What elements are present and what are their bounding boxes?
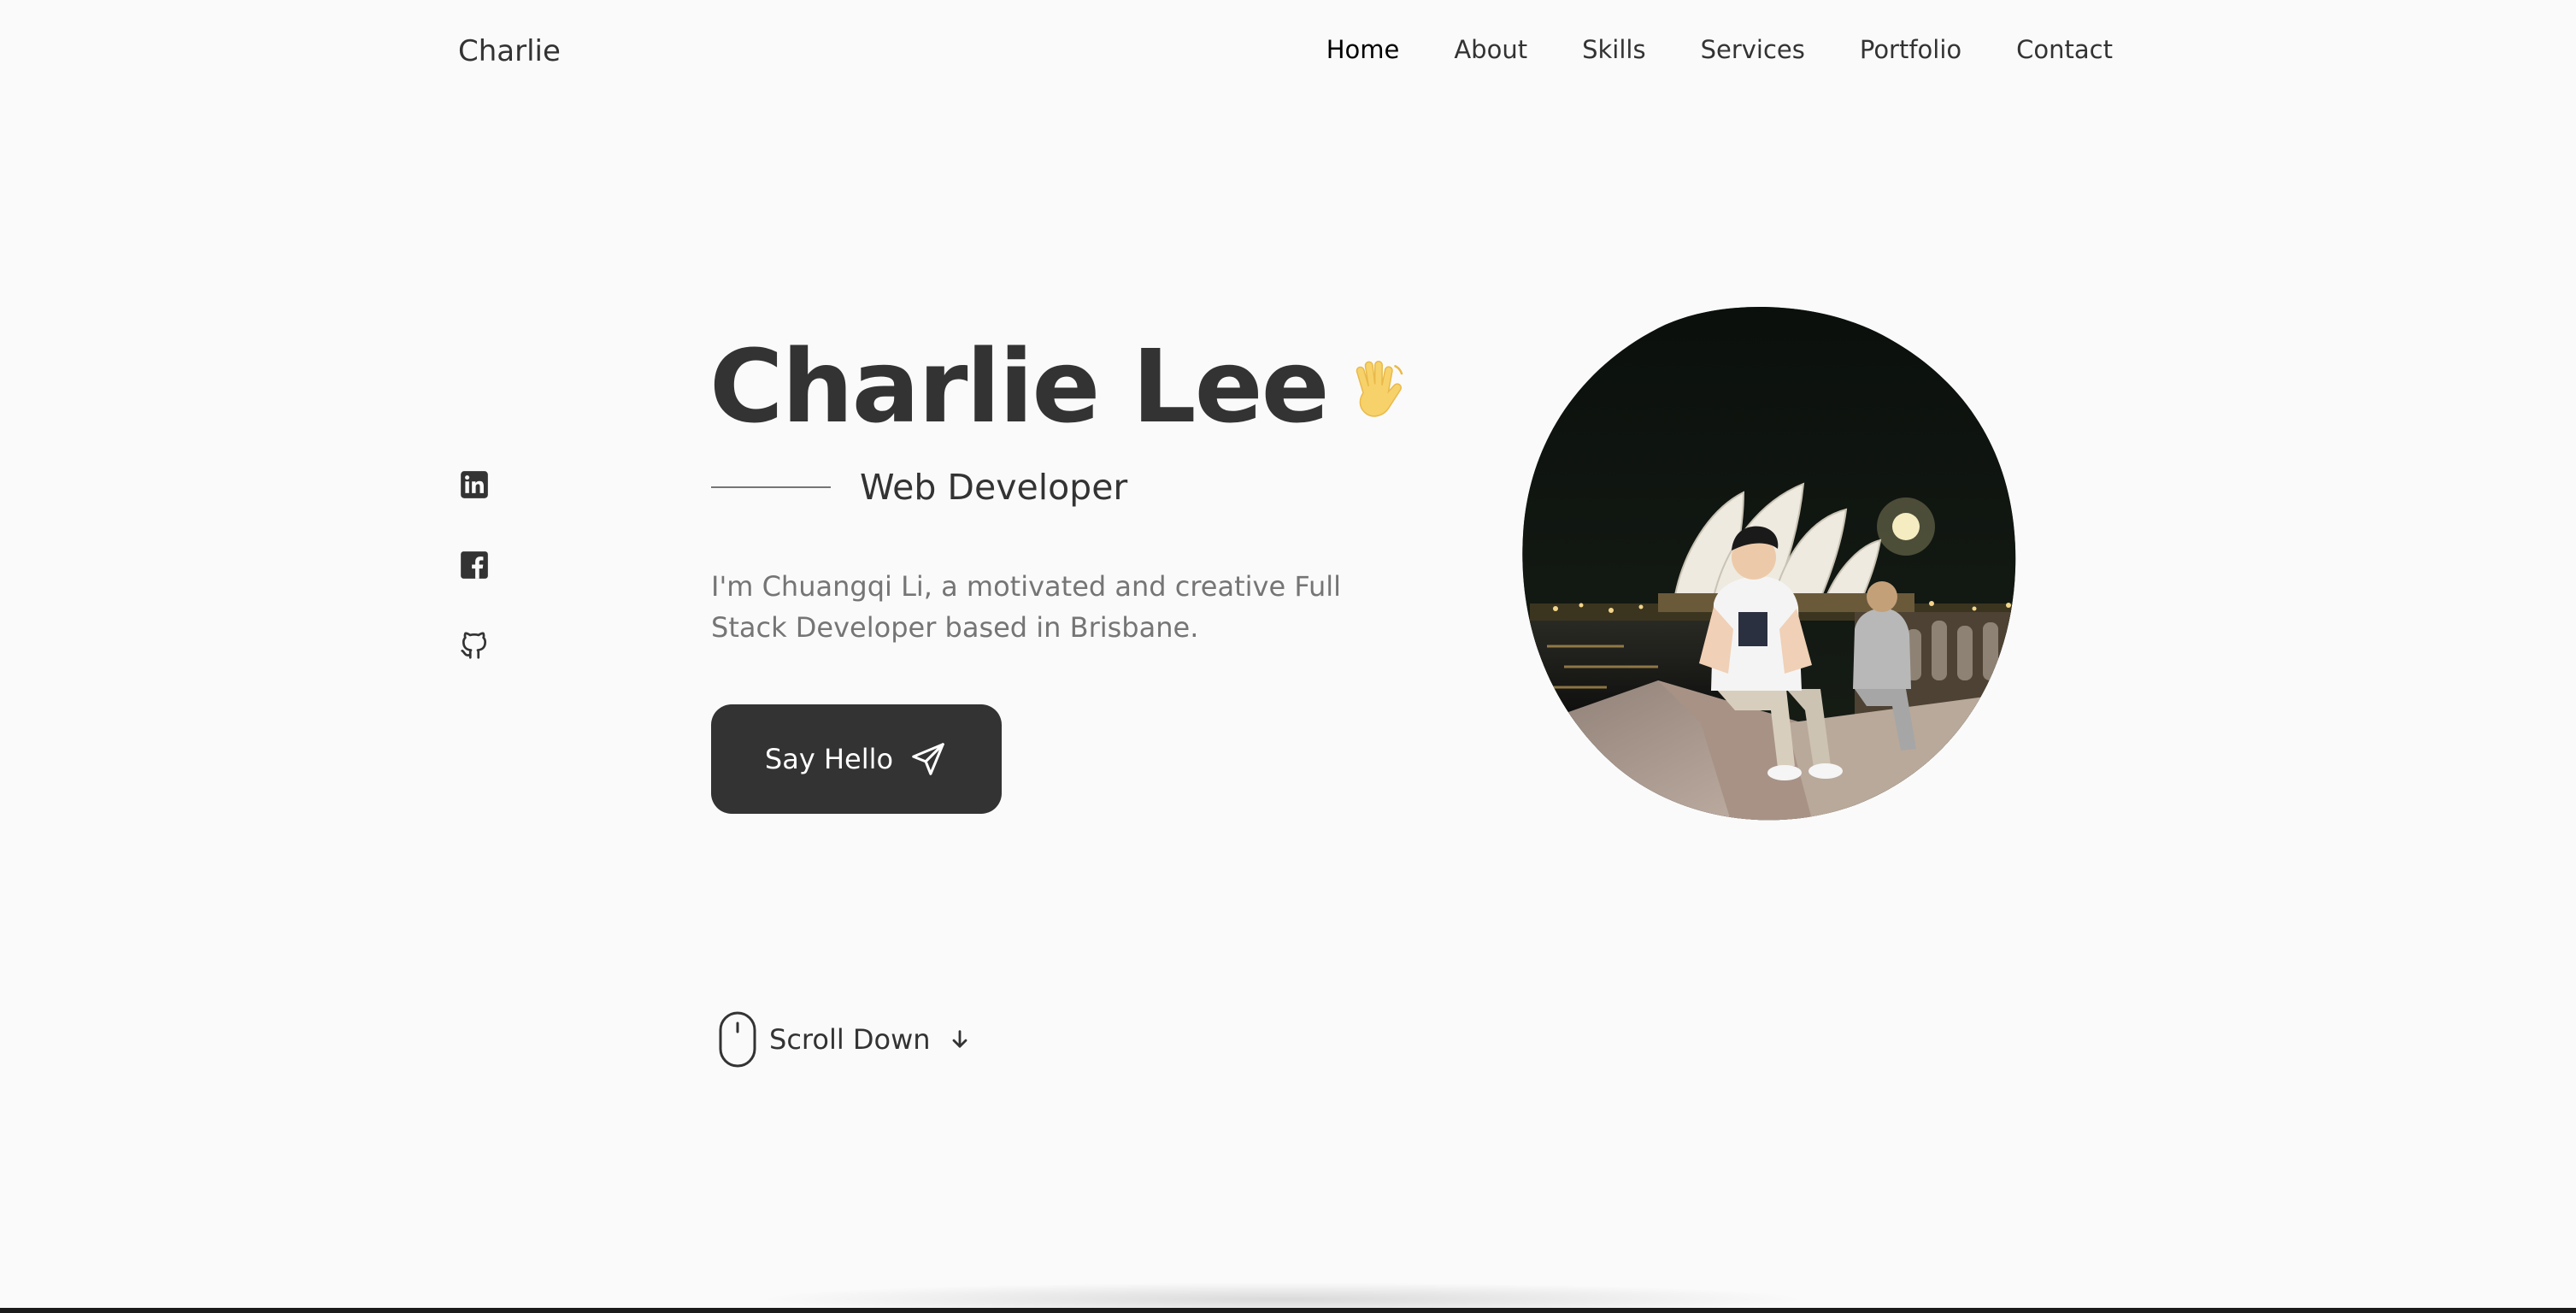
waving-hand-icon [1342,350,1410,425]
nav-contact[interactable]: Contact [2016,38,2113,62]
site-header: Charlie Home About Skills Services Portf… [0,0,2576,113]
hero-title: Charlie Lee [709,327,1410,445]
profile-image [1513,304,2043,827]
scroll-down-link[interactable]: Scroll Down [718,1010,972,1069]
subtitle-row: Web Developer [711,467,1127,508]
hero-name: Charlie Lee [709,327,1330,445]
social-links [458,468,491,662]
nav-about[interactable]: About [1454,38,1527,62]
nav-home[interactable]: Home [1326,38,1400,62]
facebook-icon[interactable] [458,549,491,581]
nav-skills[interactable]: Skills [1582,38,1645,62]
hero-description: I'm Chuangqi Li, a motivated and creativ… [711,570,1342,644]
scroll-down-label: Scroll Down [769,1023,931,1056]
nav-portfolio[interactable]: Portfolio [1860,38,1961,62]
home-page: Charlie Home About Skills Services Portf… [0,0,2576,1313]
github-icon[interactable] [458,629,491,662]
arrow-down-icon [943,1027,972,1051]
nav-services[interactable]: Services [1701,38,1805,62]
site-logo[interactable]: Charlie [458,34,561,68]
send-icon [909,739,948,779]
mouse-icon [718,1010,757,1069]
linkedin-icon[interactable] [458,468,491,501]
bottom-edge [0,1308,2576,1313]
main-nav: Home About Skills Services Portfolio Con… [1326,38,2113,62]
say-hello-button[interactable]: Say Hello [711,704,1002,814]
subtitle-divider [711,486,831,488]
say-hello-label: Say Hello [764,743,894,775]
hero-subtitle: Web Developer [860,467,1128,508]
